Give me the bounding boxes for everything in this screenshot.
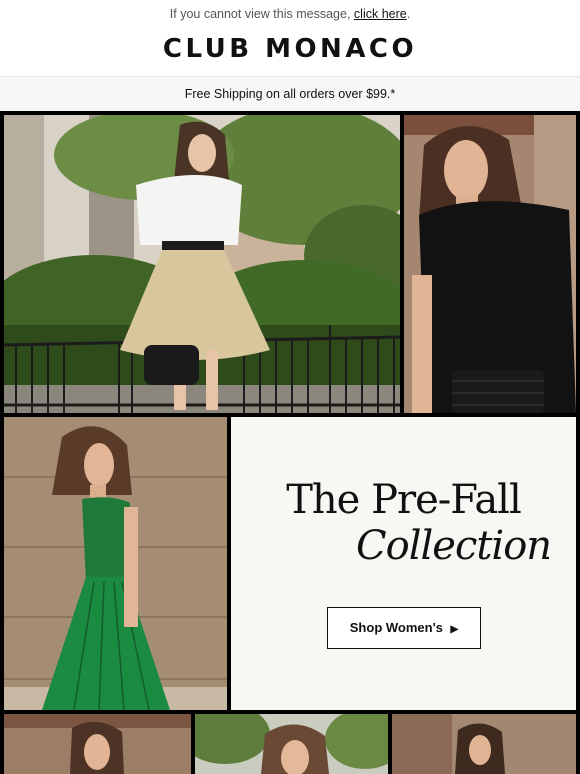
photo-bottom-middle[interactable]: [195, 714, 388, 774]
view-in-browser-link[interactable]: click here: [354, 7, 407, 21]
photo-green-dress-image: [4, 417, 227, 710]
photo-black-top-look[interactable]: [404, 115, 576, 413]
promo-panel: The Pre-Fall Collection Shop Women's ▶: [231, 417, 576, 710]
photo-bottom-right[interactable]: [392, 714, 576, 774]
promo-title-line1: The Pre-Fall: [286, 477, 522, 523]
photo-bottom-middle-image: [195, 714, 388, 774]
brand-logo[interactable]: CLUB MONACO: [0, 34, 580, 64]
photo-green-dress-look[interactable]: [4, 417, 227, 710]
preheader-suffix: .: [406, 7, 411, 21]
shipping-banner-text: Free Shipping on all orders over $99.*: [184, 87, 396, 101]
shop-womens-button-label: Shop Women's: [349, 620, 443, 635]
shop-womens-button-label-wrap: Shop Women's ▶: [327, 607, 481, 649]
photo-bottom-left-image: [4, 714, 191, 774]
photo-black-top-image: [404, 115, 576, 413]
photo-white-shirt-image: [4, 115, 400, 413]
photo-white-shirt-look[interactable]: [4, 115, 400, 413]
photo-grid: The Pre-Fall Collection Shop Women's ▶: [0, 111, 580, 774]
preheader: If you cannot view this message, click h…: [0, 0, 580, 28]
promo-title-line2: Collection: [356, 523, 552, 569]
shipping-banner[interactable]: Free Shipping on all orders over $99.*: [0, 76, 580, 112]
play-arrow-icon: ▶: [450, 624, 459, 635]
photo-bottom-left[interactable]: [4, 714, 191, 774]
photo-bottom-right-image: [392, 714, 576, 774]
shop-womens-button[interactable]: Shop Women's ▶: [327, 607, 481, 649]
preheader-text: If you cannot view this message,: [169, 7, 351, 21]
